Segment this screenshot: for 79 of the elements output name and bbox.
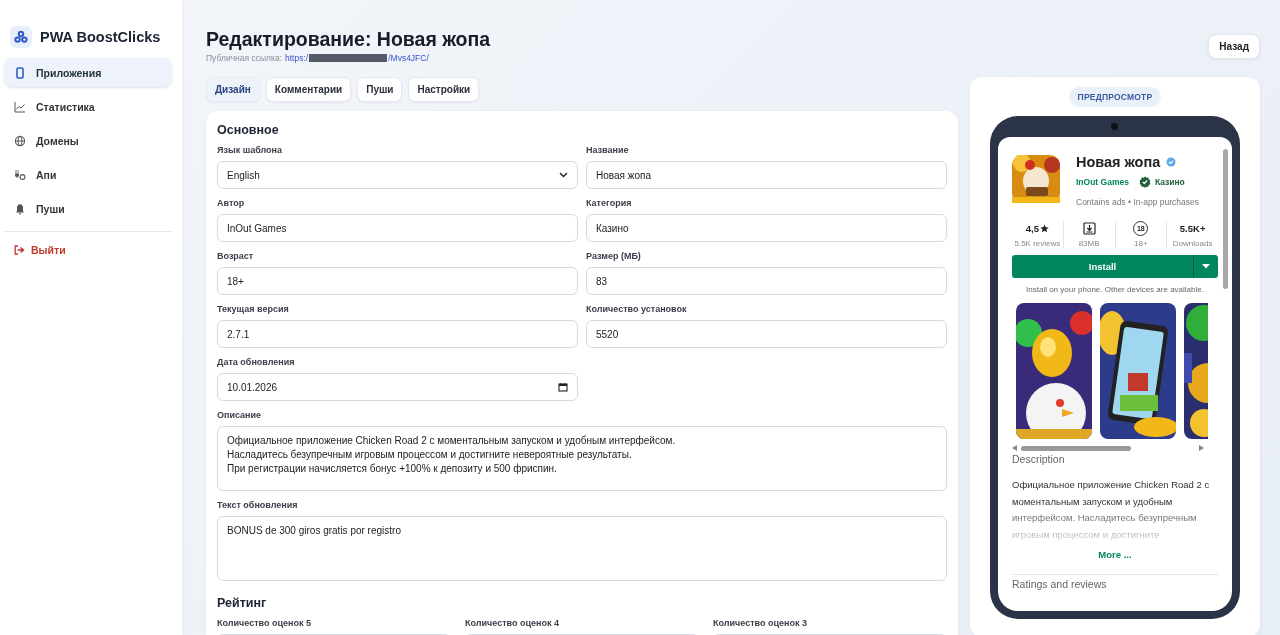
verified-icon <box>1166 157 1177 167</box>
globe-icon <box>14 134 26 147</box>
rating-value: 4,5 <box>1025 223 1039 234</box>
logout-icon <box>14 245 25 255</box>
horizontal-scrollbar[interactable] <box>1012 445 1204 451</box>
stat-caption: 83MB <box>1078 239 1100 248</box>
more-link[interactable]: More ... <box>1012 549 1218 560</box>
downloads-count: 5.5K+ <box>1179 223 1206 234</box>
stat-caption: Downloads <box>1172 239 1213 248</box>
badge-check-icon <box>1138 176 1151 188</box>
text-area[interactable]: BONUS de 300 giros gratis por registro <box>217 516 947 581</box>
phone-icon <box>14 66 26 79</box>
field-label: Текущая версия <box>217 304 290 314</box>
date-field[interactable]: 10.01.2026 <box>217 373 578 401</box>
ads-notice: Contains ads • In-app purchases <box>1076 197 1199 207</box>
field-label: Название <box>586 145 630 155</box>
plug-icon <box>14 168 26 181</box>
input-field[interactable]: 2.7.1 <box>217 320 578 348</box>
field-label: Возраст <box>217 251 255 261</box>
tab[interactable]: Дизайн <box>206 77 260 102</box>
sidebar-item[interactable]: Апи <box>4 160 172 189</box>
text-area[interactable]: Официальное приложение Chicken Road 2 с моментальным запуском и удобным интерфейсом. Насладитесь безупречным игровым процессом и достигните невероятные результаты. При регистрации начисляется бонус +100% к депозиту и 500 фриспин. <box>217 426 947 491</box>
chevron-icon <box>559 172 568 178</box>
preview-badge: ПРЕДПРОСМОТР <box>1068 87 1162 107</box>
download-icon <box>1082 222 1096 235</box>
field-label: Автор <box>217 198 246 208</box>
scrollbar[interactable] <box>1223 149 1228 289</box>
public-link[interactable]: /Mvs4JFC/ <box>388 53 429 63</box>
tab[interactable]: Пуши <box>357 77 403 102</box>
language-select[interactable]: English <box>217 161 578 189</box>
sidebar-item[interactable]: Статистика <box>4 92 172 121</box>
field-label: Текст обновления <box>217 500 299 510</box>
section-title: Основное <box>217 123 280 137</box>
caret-icon <box>1202 264 1210 269</box>
field-label: Количество оценок 4 <box>465 618 560 628</box>
field-label: Количество установок <box>586 304 688 314</box>
sidebar-item[interactable]: Домены <box>4 126 172 155</box>
stat-caption: 5.5K reviews <box>1014 239 1061 248</box>
chart-icon <box>14 100 26 113</box>
sidebar-item[interactable]: Приложения <box>4 58 172 87</box>
tab[interactable]: Настройки <box>408 77 480 102</box>
logout-link[interactable]: Выйти <box>4 240 172 260</box>
scroll-left-icon[interactable] <box>1012 445 1017 451</box>
brand-name: PWA BoostClicks <box>40 29 161 45</box>
calendar-icon <box>558 382 568 392</box>
field-label: Размер (МБ) <box>586 251 642 261</box>
ratings-heading: Ratings and reviews <box>1012 574 1218 590</box>
public-link[interactable]: https:/ <box>285 53 309 63</box>
camera-icon <box>1111 123 1118 130</box>
field-label: Описание <box>217 410 263 420</box>
description-heading: Description <box>1012 453 1066 465</box>
tab[interactable]: Комментарии <box>265 77 352 102</box>
field-label: Количество оценок 3 <box>713 618 808 628</box>
star-icon <box>1040 224 1049 233</box>
section-title: Рейтинг <box>217 596 268 610</box>
input-field[interactable]: Казино <box>586 214 947 242</box>
input-field[interactable]: 5520 <box>586 320 947 348</box>
bell-icon <box>14 202 26 215</box>
page-title: Редактирование: Новая жопа <box>206 28 491 50</box>
install-button[interactable]: Install <box>1012 255 1193 278</box>
field-label: Категория <box>586 198 633 208</box>
scroll-right-icon[interactable] <box>1199 445 1204 451</box>
app-name: Новая жопа <box>1076 154 1161 170</box>
install-options-button[interactable] <box>1193 255 1218 278</box>
back-button[interactable]: Назад <box>1208 34 1260 59</box>
logo-icon <box>10 26 32 48</box>
input-field[interactable]: InOut Games <box>217 214 578 242</box>
sidebar-item[interactable]: Пуши <box>4 194 172 223</box>
input-field[interactable]: 83 <box>586 267 947 295</box>
field-label: Дата обновления <box>217 357 296 367</box>
install-note: Install on your phone. Other devices are available. <box>1025 285 1205 294</box>
stat-caption: 18+ <box>1134 239 1148 248</box>
field-label: Язык шаблона <box>217 145 283 155</box>
input-field[interactable]: Новая жопа <box>586 161 947 189</box>
link-label: Публичная ссылка: <box>206 53 283 63</box>
category-label: Казино <box>1154 177 1185 187</box>
developer-link[interactable]: InOut Games <box>1076 177 1129 187</box>
field-label: Количество оценок 5 <box>217 618 312 628</box>
input-field[interactable]: 18+ <box>217 267 578 295</box>
